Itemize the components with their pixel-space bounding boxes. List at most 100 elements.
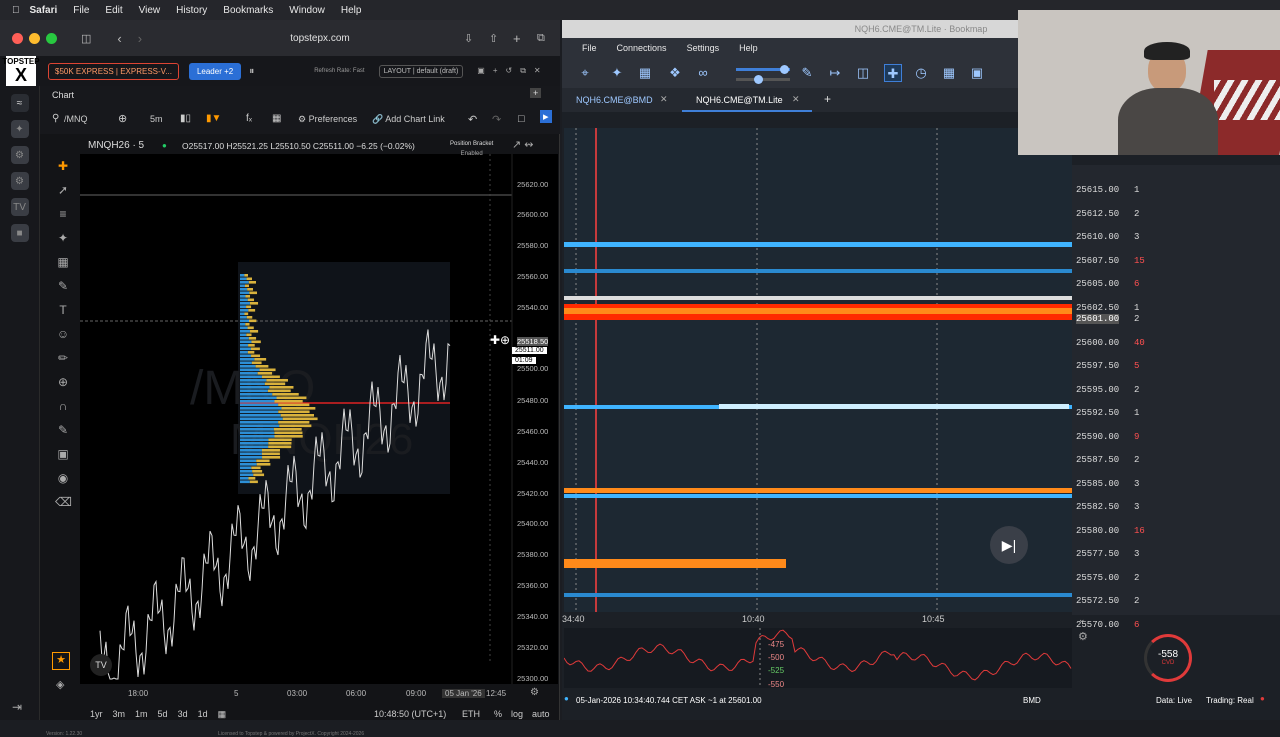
favorites-icon[interactable]: ★ <box>52 652 70 670</box>
bm-menu-settings[interactable]: Settings <box>687 43 720 53</box>
templates-icon[interactable]: ▦ <box>272 113 281 124</box>
chat-icon[interactable]: ◫ <box>854 64 872 82</box>
add-order-icon[interactable]: ✚⊕ <box>490 333 510 347</box>
collapse-arrow-icon[interactable]: ⌄ <box>1078 614 1086 625</box>
preferences-button[interactable]: ⚙ Preferences <box>298 114 357 125</box>
settings-icon[interactable]: ⚙ <box>10 172 29 190</box>
menu-edit[interactable]: Edit <box>105 5 122 16</box>
logout-icon[interactable]: ⇥ <box>12 700 22 714</box>
lock-icon[interactable]: ■ <box>10 224 29 242</box>
axis-settings-icon[interactable]: ⚙ <box>530 687 539 698</box>
pen-icon[interactable]: ✎ <box>798 64 816 82</box>
apple-icon[interactable]:  <box>12 5 20 16</box>
tab-bmd[interactable]: NQH6.CME@BMD <box>576 95 653 105</box>
back-icon[interactable]: ‹ <box>117 31 121 46</box>
menu-view[interactable]: View <box>139 5 161 16</box>
crosshair-icon[interactable]: ✚ <box>55 158 71 174</box>
trendline-icon[interactable]: ➚ <box>55 182 71 198</box>
chart-type-icon[interactable]: ▮▼ <box>206 113 221 124</box>
range-1m[interactable]: 1m <box>135 709 148 720</box>
bm-menu-file[interactable]: File <box>582 43 597 53</box>
bm-menu-help[interactable]: Help <box>739 43 758 53</box>
brightness-slider[interactable] <box>730 64 790 84</box>
text-icon[interactable]: T <box>55 302 71 318</box>
bm-menu-connections[interactable]: Connections <box>617 43 667 53</box>
menu-help[interactable]: Help <box>341 5 362 16</box>
brush-icon[interactable]: ✎ <box>55 278 71 294</box>
candles-icon[interactable]: ▮▯ <box>180 113 191 124</box>
range-3m[interactable]: 3m <box>113 709 126 720</box>
dom-icon[interactable]: ✦ <box>10 120 29 138</box>
log-toggle[interactable]: log <box>511 709 523 719</box>
range-5d[interactable]: 5d <box>158 709 168 720</box>
calendar-icon[interactable]: ▦ <box>218 709 227 720</box>
tabs-icon[interactable]: ⧉ <box>537 32 545 45</box>
ruler-icon[interactable]: ✏ <box>55 350 71 366</box>
bars-icon[interactable]: ▦ <box>636 64 654 82</box>
percent-toggle[interactable]: % <box>494 709 502 719</box>
search-icon[interactable]: ⚲ <box>52 113 59 124</box>
chart-icon[interactable]: ≈ <box>10 94 29 112</box>
sidebar-icon[interactable]: ◫ <box>81 32 91 45</box>
target-icon[interactable]: ⌖ <box>576 64 594 82</box>
redo-icon[interactable]: ↷ <box>492 113 501 126</box>
cvd-settings-icon[interactable]: ⚙ <box>1078 630 1088 643</box>
diamond-icon[interactable]: ❖ <box>666 64 684 82</box>
undo-icon[interactable]: ↶ <box>468 113 477 126</box>
collapse-icon[interactable]: ▸ <box>540 110 552 123</box>
new-tab-icon[interactable]: + <box>513 31 521 46</box>
symbol-input[interactable]: /MNQ <box>64 114 88 124</box>
forward-icon[interactable]: › <box>138 31 142 46</box>
range-1yr[interactable]: 1yr <box>90 709 103 720</box>
layers-icon[interactable]: ◈ <box>56 678 64 691</box>
menubar-app[interactable]: Safari <box>30 5 58 16</box>
crosshair-tool-icon[interactable]: ✚ <box>884 64 902 82</box>
tradingview-icon[interactable]: TV <box>10 198 29 216</box>
address-bar[interactable]: topstepx.com <box>200 33 440 44</box>
compare-icon[interactable]: ⊕ <box>118 112 127 125</box>
tab-tm-lite[interactable]: NQH6.CME@TM.Lite <box>696 95 783 105</box>
lock-drawings-icon[interactable]: ▣ <box>55 446 71 462</box>
tools-icon[interactable]: ⚙ <box>10 146 29 164</box>
pause-icon[interactable]: ⏸ <box>249 66 254 77</box>
session-toggle[interactable]: ETH <box>462 709 480 719</box>
range-1d[interactable]: 1d <box>198 709 208 720</box>
account-selector[interactable]: $50K EXPRESS | EXPRESS-V... <box>48 62 179 80</box>
menu-window[interactable]: Window <box>289 5 325 16</box>
close-tab-icon-2[interactable]: ✕ <box>792 94 800 105</box>
download-icon[interactable]: ⇩ <box>464 32 473 45</box>
add-tab-icon[interactable]: + <box>824 92 831 106</box>
eye-icon[interactable]: ◉ <box>55 470 71 486</box>
fullscreen-icon[interactable]: □ <box>518 113 525 125</box>
ruler-h-icon[interactable]: ↦ <box>826 64 844 82</box>
brackets-icon[interactable]: ↗ ↭ <box>512 138 534 151</box>
close-tab-icon[interactable]: ✕ <box>660 94 668 105</box>
close-button[interactable] <box>12 32 23 44</box>
add-panel-icon[interactable]: + <box>530 88 542 98</box>
channel-icon[interactable]: ▦ <box>55 254 71 270</box>
indicators-icon[interactable]: fₓ <box>246 113 252 124</box>
clock-icon[interactable]: ◷ <box>912 64 930 82</box>
interval-selector[interactable]: 5m <box>150 114 163 124</box>
menu-history[interactable]: History <box>176 5 207 16</box>
link-icon[interactable]: ∞ <box>694 64 712 82</box>
zoom-button[interactable] <box>46 32 57 44</box>
add-chart-link-button[interactable]: 🔗 Add Chart Link <box>372 114 445 125</box>
layout-selector[interactable]: LAYOUT | default (draft) <box>378 64 464 78</box>
menu-file[interactable]: File <box>73 5 89 16</box>
share-icon[interactable]: ⇧ <box>489 32 498 45</box>
auto-toggle[interactable]: auto <box>532 709 550 719</box>
layout-icons[interactable]: ▣+↺⧉✕ <box>477 66 548 76</box>
padlock-icon[interactable]: ▣ <box>968 64 986 82</box>
magnet-icon[interactable]: ∩ <box>55 398 71 414</box>
emoji-icon[interactable]: ☺ <box>55 326 71 342</box>
leader-button[interactable]: Leader +2 <box>188 62 242 80</box>
range-3d[interactable]: 3d <box>178 709 188 720</box>
minimize-button[interactable] <box>29 32 40 44</box>
pencil-lock-icon[interactable]: ✎ <box>55 422 71 438</box>
play-icon[interactable]: ▶| <box>990 526 1028 564</box>
trash-icon[interactable]: ⌫ <box>55 494 72 510</box>
layout-icon[interactable]: ▦ <box>940 64 958 82</box>
zoom-icon[interactable]: ⊕ <box>55 374 71 390</box>
price-chart[interactable]: /MNQ MNQH26 <box>80 154 558 684</box>
